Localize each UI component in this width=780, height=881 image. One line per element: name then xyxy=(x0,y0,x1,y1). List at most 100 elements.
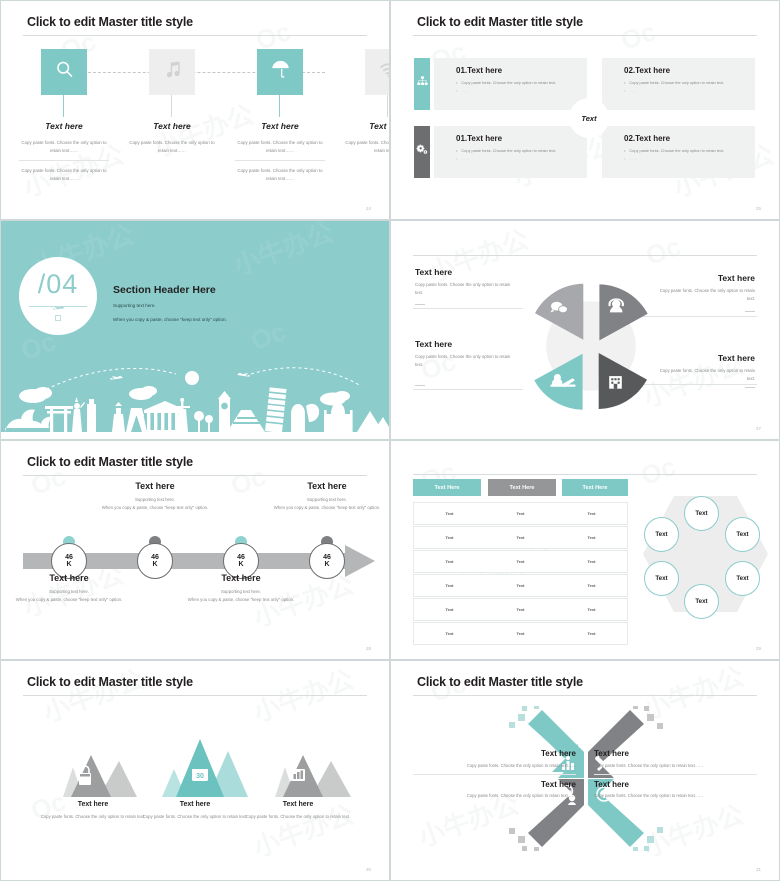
card-bullet-2: •…… xyxy=(624,88,755,93)
svg-text:30: 30 xyxy=(196,773,204,780)
table-row[interactable]: Text Text Text xyxy=(413,574,628,597)
table-row[interactable]: Text Text Text xyxy=(413,622,628,645)
mountain-group-2[interactable]: 30 xyxy=(162,737,248,797)
section-text-block: Section Header Here Supporting text here… xyxy=(113,284,343,325)
card-bullet-2: •…… xyxy=(624,156,755,161)
icon-tile-4[interactable] xyxy=(365,49,389,95)
card-4[interactable]: 02.Text here • Copy paste fonts. Choose t… xyxy=(602,126,755,178)
table-cell: Text xyxy=(587,607,596,612)
caption-line-1: Supporting text here. xyxy=(49,589,89,594)
divider xyxy=(235,160,325,162)
bullet-text: …… xyxy=(461,156,470,161)
caption-line-2: When you copy & paste, choose "keep text… xyxy=(273,504,381,510)
caption-line-1: Supporting text here. xyxy=(221,589,261,594)
slide-1-icon-chain[interactable]: Oc 小牛办公 Oc 小牛办公 Click to edit Master title… xyxy=(0,0,390,220)
circle-node-2[interactable]: Text xyxy=(725,517,760,552)
circle-node-1[interactable]: Text xyxy=(684,496,719,531)
column-body-2: Copy paste fonts. Choose the only option… xyxy=(237,168,323,182)
circle-node-6[interactable]: Text xyxy=(644,517,679,552)
table-row[interactable]: Text Text Text xyxy=(413,550,628,573)
slide-2-four-cards[interactable]: OcOc 小牛办公小牛办公 Click to edit Master title… xyxy=(390,0,780,220)
circle-node-3[interactable]: Text xyxy=(725,561,760,596)
node-unit: K xyxy=(66,561,72,568)
quadrant-body-top-right: Copy paste fonts. Choose the only option… xyxy=(594,763,704,768)
card-2[interactable]: 02.Text here • Copy paste fonts. Choose t… xyxy=(602,58,755,110)
slide-5-timeline[interactable]: Oc Oc 小牛办公 小牛办公 Click to edit Master title… xyxy=(0,440,390,660)
icon-tile-3[interactable] xyxy=(257,49,303,95)
slide-3-section-header[interactable]: 小牛办公 小牛办公 Oc Oc /04 Section Header Here Su… xyxy=(0,220,390,440)
icon-tile-1[interactable] xyxy=(41,49,87,95)
slide-6-table-circles[interactable]: OcOc 小牛办公小牛办公 Text Here Text Here Text H… xyxy=(390,440,780,660)
card-bullet-2: •…… xyxy=(456,156,587,161)
table-cell: Text xyxy=(445,583,454,588)
stem-4 xyxy=(387,95,388,117)
quadrant-heading-top-left: Text here xyxy=(541,749,576,758)
caption-line-2: When you copy & paste, choose "keep text… xyxy=(15,596,123,602)
card-1[interactable]: 01.Text here • Copy paste fonts. Choose t… xyxy=(434,58,587,110)
table-header-3[interactable]: Text Here xyxy=(562,479,628,496)
table-header-2[interactable]: Text Here xyxy=(488,479,556,496)
table-cell: Text xyxy=(516,535,525,540)
block-dash-top-left xyxy=(415,304,425,305)
page-title: Click to edit Master title style xyxy=(27,675,193,689)
pinwheel-chart[interactable] xyxy=(521,276,661,416)
slide-4-pinwheel[interactable]: 小牛办公 Oc Oc 小牛办公 Text here Copy paste fonts… xyxy=(390,220,780,440)
slide-8-x-diagram[interactable]: Oc 小牛办公 小牛办公 小牛办公 Click to edit Master tit… xyxy=(390,660,780,881)
card-3[interactable]: 01.Text here • Copy paste fonts. Choose t… xyxy=(434,126,587,178)
center-badge: Text xyxy=(569,98,609,138)
page-number: 24 xyxy=(365,206,371,211)
music-note-icon xyxy=(162,59,183,85)
slide-7-mountains[interactable]: 小牛办公 小牛办公 Oc 小牛办公 Click to edit Master tit… xyxy=(0,660,390,881)
table-row[interactable]: Text Text Text xyxy=(413,526,628,549)
table-row[interactable]: Text Text Text xyxy=(413,598,628,621)
card-tab-1[interactable] xyxy=(414,58,430,110)
node-unit: K xyxy=(324,561,330,568)
quadrant-body-bottom-left: Copy paste fonts. Choose the only option… xyxy=(466,793,576,798)
page-title: Click to edit Master title style xyxy=(417,675,583,689)
node-value: 46 xyxy=(151,553,159,561)
page-title: Click to edit Master title style xyxy=(27,455,193,469)
circle-node-5[interactable]: Text xyxy=(644,561,679,596)
column-heading: Text here xyxy=(369,121,389,131)
block-body-bottom-left: Copy paste fonts. Choose the only option… xyxy=(415,354,511,367)
timeline-caption-3: Text here Supporting text here. When you… xyxy=(182,573,300,604)
table-cell: Text xyxy=(445,535,454,540)
card-tab-2[interactable] xyxy=(414,126,430,178)
bullet-dot: • xyxy=(456,88,458,93)
mountain-group-3[interactable] xyxy=(265,749,351,797)
bullet-text: …… xyxy=(461,88,470,93)
mountain-caption-2: Text here Copy paste fonts. Choose the o… xyxy=(135,801,255,821)
block-dash-bottom-right xyxy=(745,387,755,388)
caption-line-1: Supporting text here. xyxy=(307,497,347,502)
cards-area: 01.Text here • Copy paste fonts. Choose t… xyxy=(391,1,779,219)
rule-top-left xyxy=(413,308,523,309)
bullet-text: …… xyxy=(629,156,638,161)
chain-column-1: Text here Copy paste fonts. Choose the o… xyxy=(17,121,111,183)
title-rule xyxy=(413,474,757,475)
quadrant-heading-bottom-right: Text here xyxy=(594,780,629,789)
slide-deck: Oc 小牛办公 Oc 小牛办公 Click to edit Master title… xyxy=(0,0,780,881)
node-unit: K xyxy=(238,561,244,568)
page-number: 29 xyxy=(755,646,761,651)
circle-node-4[interactable]: Text xyxy=(684,584,719,619)
quadrant-heading-top-right: Text here xyxy=(594,749,629,758)
timeline-node-2[interactable]: 46 K xyxy=(137,543,173,579)
table-header-1[interactable]: Text Here xyxy=(413,479,481,496)
caption-line-1: Supporting text here. xyxy=(135,497,175,502)
card-bullet-2: •…… xyxy=(456,88,587,93)
x-shape-diagram[interactable] xyxy=(506,706,666,851)
wifi-icon xyxy=(378,59,389,85)
card-bullet-1: • Copy paste fonts. Choose the only optio… xyxy=(624,80,755,85)
mountain-group-1[interactable] xyxy=(51,749,137,797)
timeline-node-4[interactable]: 46 K xyxy=(309,543,345,579)
caption-heading: Text here xyxy=(282,801,314,808)
column-heading: Text here xyxy=(261,121,299,131)
card-bullet-1: • Copy paste fonts. Choose the only optio… xyxy=(624,148,755,153)
node-value: 46 xyxy=(65,553,73,561)
caption-heading: Text here xyxy=(221,573,261,583)
title-rule xyxy=(23,695,367,696)
table-row[interactable]: Text Text Text xyxy=(413,502,628,525)
column-body-1: Copy paste fonts. Choose the only option… xyxy=(129,140,215,153)
icon-tile-2[interactable] xyxy=(149,49,195,95)
quadrant-rule-top-right xyxy=(594,774,757,775)
